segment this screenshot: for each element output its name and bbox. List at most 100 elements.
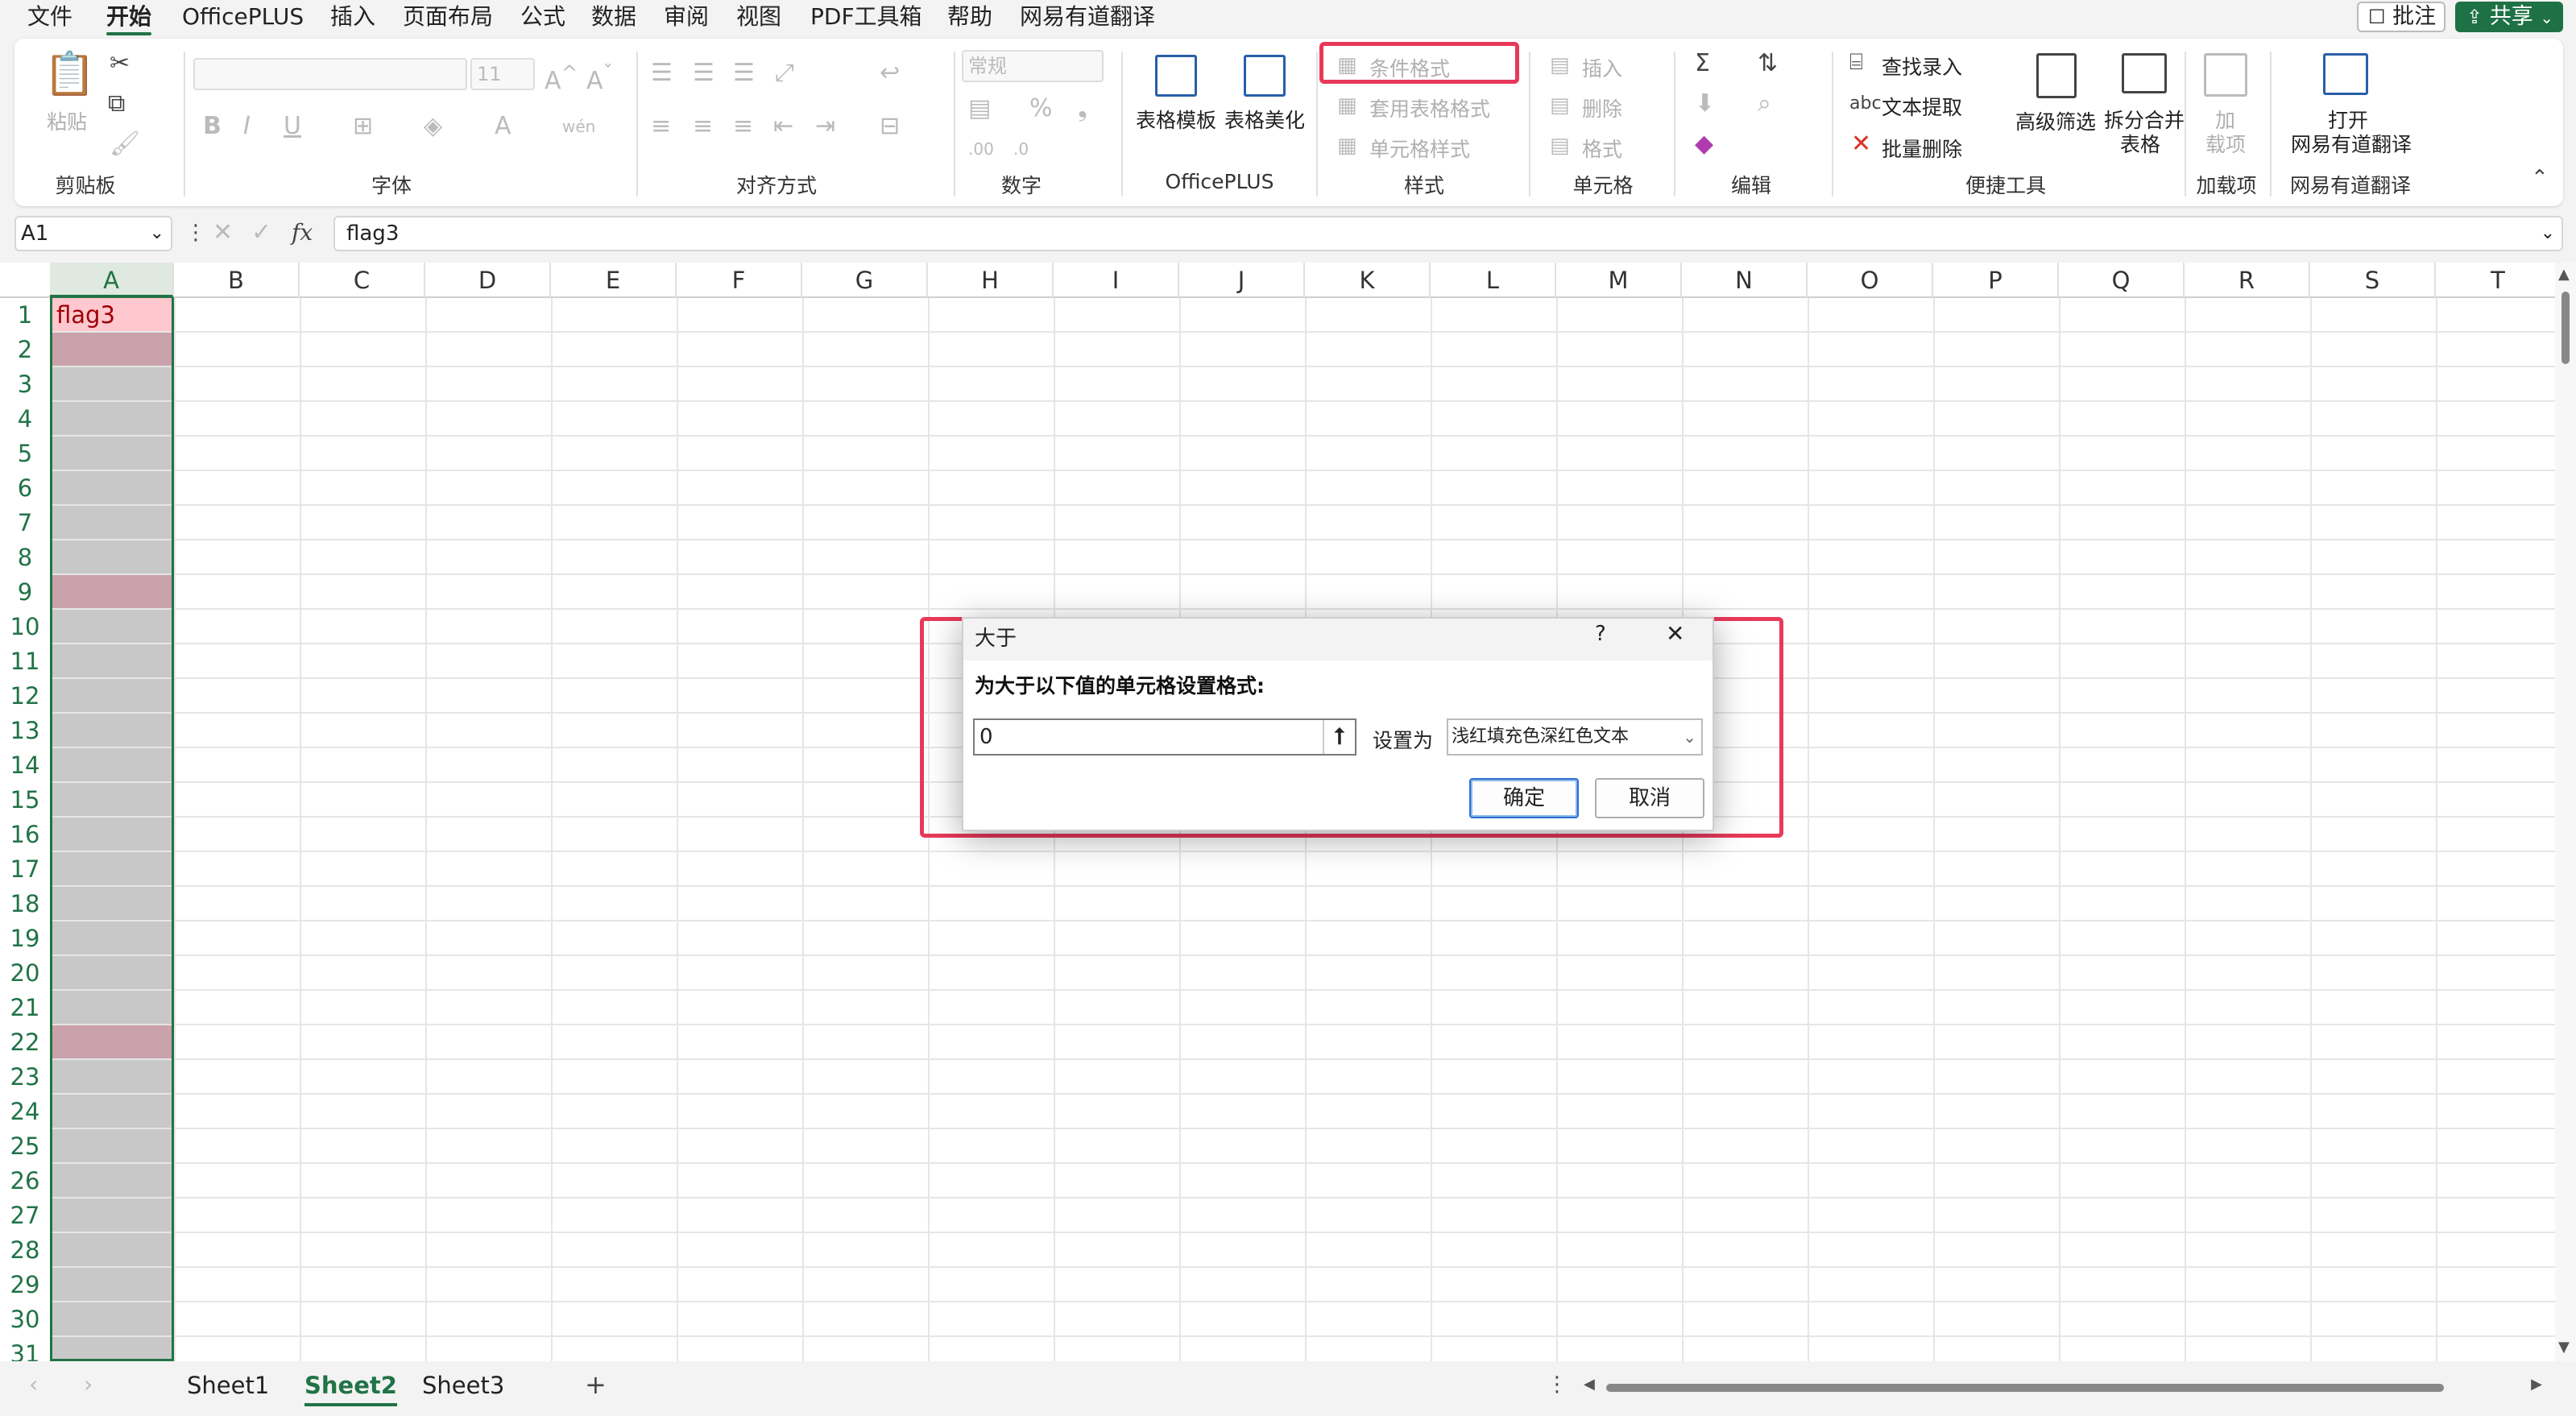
format-cells-button[interactable]: 格式 — [1582, 134, 1622, 163]
text-extract-icon[interactable]: abc — [1849, 92, 1882, 116]
row-header-27[interactable]: 27 — [0, 1199, 50, 1233]
name-box[interactable]: A1 ⌄ — [14, 216, 172, 251]
cut-icon[interactable]: ✂ — [110, 52, 130, 76]
column-header-r[interactable]: R — [2185, 263, 2310, 298]
accounting-icon[interactable]: ▤ — [968, 97, 991, 121]
table-beautify-label[interactable]: 表格美化 — [1224, 105, 1305, 134]
orientation-icon[interactable]: ⤢ — [775, 61, 794, 85]
row-header-29[interactable]: 29 — [0, 1268, 50, 1302]
column-header-h[interactable]: H — [928, 263, 1054, 298]
decrease-font-icon[interactable]: Aˇ — [586, 61, 613, 93]
column-header-n[interactable]: N — [1682, 263, 1808, 298]
fill-color-icon[interactable]: ◈ — [424, 114, 442, 139]
split-merge-icon[interactable] — [2122, 53, 2167, 93]
menu-insert[interactable]: 插入 — [330, 2, 375, 32]
ok-button[interactable]: 确定 — [1469, 778, 1579, 818]
row-header-20[interactable]: 20 — [0, 956, 50, 991]
column-header-g[interactable]: G — [802, 263, 928, 298]
confirm-edit-icon[interactable]: ✓ — [251, 221, 271, 245]
row-header-31[interactable]: 31 — [0, 1337, 50, 1361]
number-format-select[interactable]: 常规 — [962, 50, 1104, 82]
insert-cells-icon[interactable]: ▤ — [1550, 53, 1570, 77]
row-header-23[interactable]: 23 — [0, 1060, 50, 1095]
font-color-icon[interactable]: A — [495, 114, 511, 139]
add-sheet-button[interactable]: + — [585, 1372, 607, 1397]
row-header-12[interactable]: 12 — [0, 679, 50, 714]
align-top-icon[interactable]: ☰ — [651, 61, 673, 85]
clear-icon[interactable]: ◆ — [1695, 132, 1713, 156]
autosum-icon[interactable]: Σ — [1695, 52, 1710, 76]
sheet-tab-2[interactable]: Sheet2 — [304, 1368, 397, 1406]
decrease-indent-icon[interactable]: ⇤ — [773, 114, 793, 139]
table-template-label[interactable]: 表格模板 — [1136, 105, 1216, 134]
row-header-8[interactable]: 8 — [0, 540, 50, 575]
row-header-7[interactable]: 7 — [0, 506, 50, 540]
row-header-18[interactable]: 18 — [0, 887, 50, 921]
advanced-filter-button[interactable]: 高级筛选 — [2015, 106, 2096, 135]
comma-icon[interactable]: ❟ — [1078, 97, 1087, 121]
align-middle-icon[interactable]: ☰ — [693, 61, 714, 85]
column-header-j[interactable]: J — [1179, 263, 1305, 298]
sheet-tab-1[interactable]: Sheet1 — [187, 1368, 269, 1403]
underline-button[interactable]: U — [284, 114, 301, 139]
row-header-21[interactable]: 21 — [0, 991, 50, 1025]
split-merge-label-2[interactable]: 表格 — [2120, 129, 2160, 158]
column-header-s[interactable]: S — [2310, 263, 2436, 298]
italic-button[interactable]: I — [243, 114, 251, 139]
phonetic-icon[interactable]: wén — [562, 114, 595, 139]
fill-icon[interactable]: ⬇ — [1695, 92, 1715, 116]
wrap-text-icon[interactable]: ↩ — [880, 61, 900, 85]
menu-page-layout[interactable]: 页面布局 — [403, 2, 493, 32]
more-icon[interactable]: ⋮ — [185, 221, 206, 245]
row-header-10[interactable]: 10 — [0, 610, 50, 644]
row-header-13[interactable]: 13 — [0, 714, 50, 748]
border-icon[interactable]: ⊞ — [353, 114, 373, 139]
row-header-22[interactable]: 22 — [0, 1025, 50, 1060]
row-header-5[interactable]: 5 — [0, 437, 50, 471]
increase-font-icon[interactable]: A^ — [545, 61, 578, 93]
table-beautify-icon[interactable] — [1244, 55, 1286, 97]
font-name-select[interactable] — [193, 58, 467, 90]
row-header-9[interactable]: 9 — [0, 575, 50, 610]
column-header-q[interactable]: Q — [2059, 263, 2185, 298]
row-header-30[interactable]: 30 — [0, 1302, 50, 1337]
menu-view[interactable]: 视图 — [736, 2, 781, 32]
column-header-c[interactable]: C — [300, 263, 425, 298]
youdao-translate-icon[interactable] — [2323, 53, 2368, 95]
sheet-tab-3[interactable]: Sheet3 — [422, 1368, 504, 1403]
scroll-right-icon[interactable]: ▶ — [2531, 1376, 2542, 1393]
column-header-k[interactable]: K — [1305, 263, 1431, 298]
more-icon[interactable]: ⋮ — [1547, 1373, 1568, 1397]
row-header-26[interactable]: 26 — [0, 1164, 50, 1199]
insert-function-icon[interactable]: fx — [292, 221, 313, 245]
increase-decimal-icon[interactable]: .00 — [968, 137, 994, 161]
close-icon[interactable]: ✕ — [1666, 620, 1684, 647]
format-as-table-button[interactable]: 套用表格格式 — [1369, 93, 1490, 122]
table-template-icon[interactable] — [1155, 55, 1197, 97]
batch-delete-button[interactable]: 批量删除 — [1882, 134, 1962, 163]
batch-delete-icon[interactable]: ✕ — [1851, 132, 1871, 156]
menu-formulas[interactable]: 公式 — [520, 2, 565, 32]
align-center-icon[interactable]: ≡ — [693, 114, 713, 139]
cancel-button[interactable]: 取消 — [1595, 778, 1704, 818]
row-header-28[interactable]: 28 — [0, 1233, 50, 1268]
row-header-15[interactable]: 15 — [0, 783, 50, 818]
merge-center-icon[interactable]: ⊟ — [880, 114, 900, 139]
column-header-o[interactable]: O — [1808, 263, 1933, 298]
row-header-3[interactable]: 3 — [0, 367, 50, 402]
find-entry-button[interactable]: 查找录入 — [1882, 52, 1962, 81]
column-header-e[interactable]: E — [551, 263, 677, 298]
text-extract-button[interactable]: 文本提取 — [1882, 92, 1962, 121]
increase-indent-icon[interactable]: ⇥ — [815, 114, 835, 139]
cell-styles-button[interactable]: 单元格样式 — [1369, 134, 1470, 163]
cell-style-icon[interactable]: ▦ — [1337, 134, 1357, 158]
percent-icon[interactable]: % — [1029, 97, 1053, 121]
collapse-ribbon-icon[interactable]: ⌃ — [2531, 166, 2549, 190]
format-painter-icon[interactable]: 🖌 — [110, 132, 140, 156]
row-header-14[interactable]: 14 — [0, 748, 50, 783]
bold-button[interactable]: B — [203, 114, 222, 139]
share-button[interactable]: ⇪ 共享 ⌄ — [2455, 2, 2563, 32]
delete-cells-button[interactable]: 删除 — [1582, 93, 1622, 122]
threshold-input[interactable]: 0 ⭡ — [973, 718, 1356, 756]
column-header-d[interactable]: D — [425, 263, 551, 298]
